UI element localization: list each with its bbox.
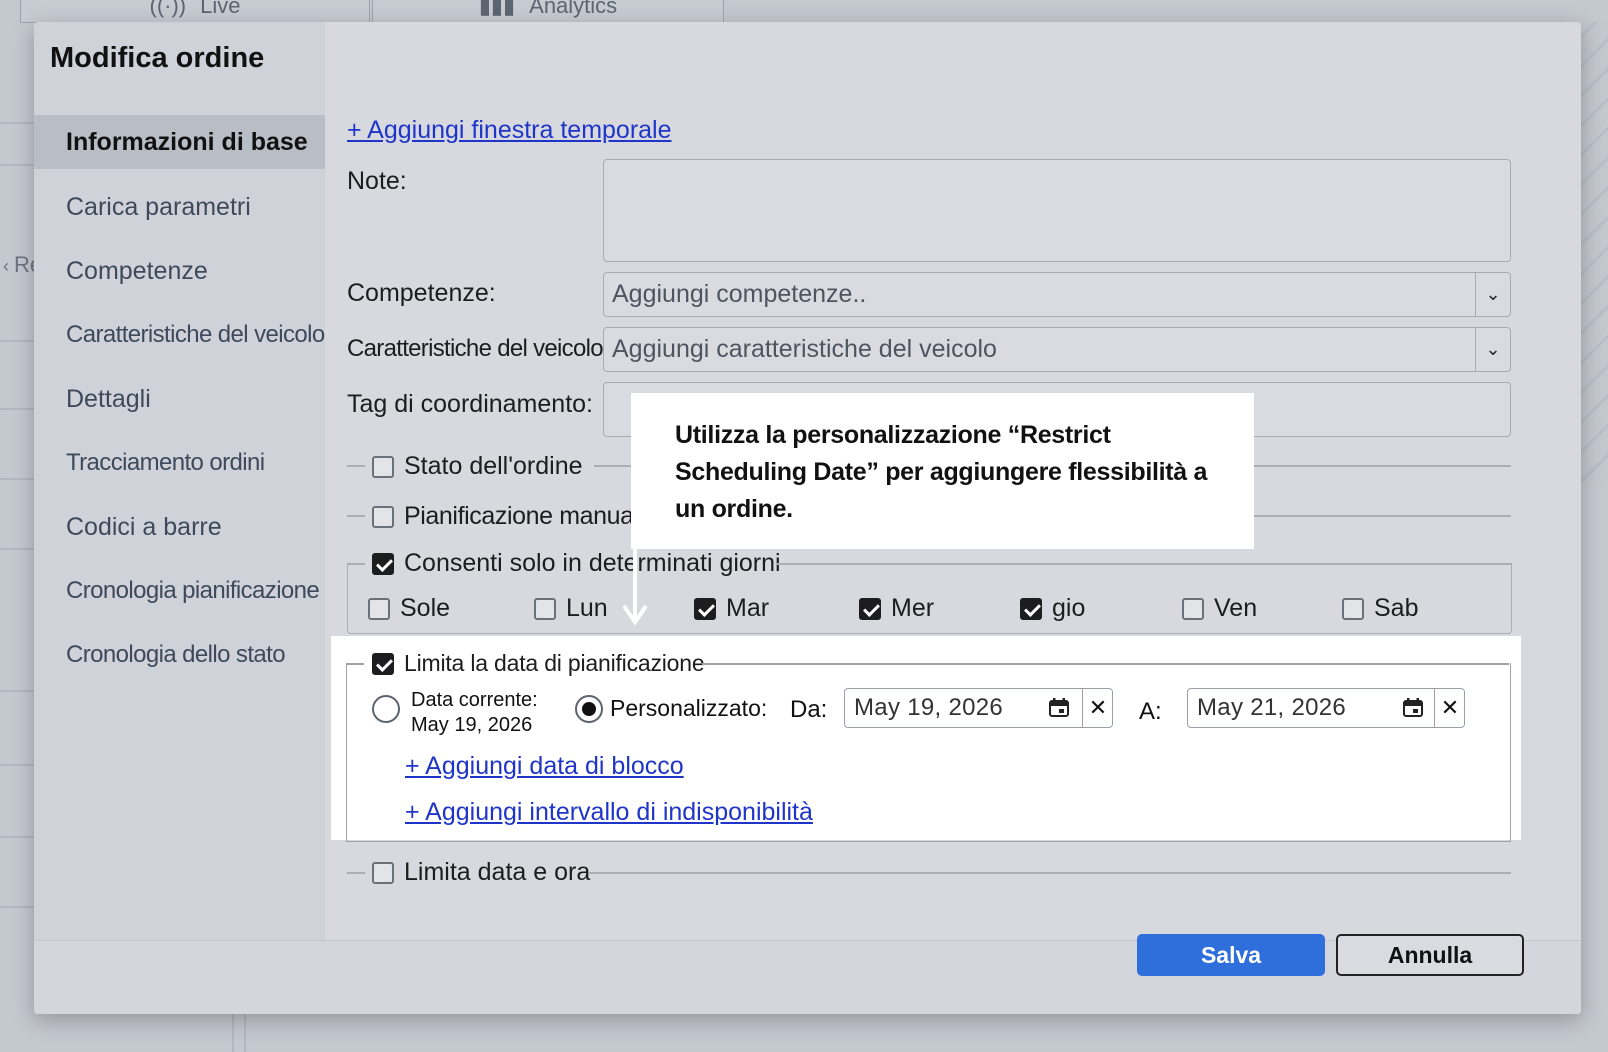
to-date-value: May 21, 2026	[1197, 694, 1347, 721]
day-friday-checkbox[interactable]	[1182, 597, 1204, 620]
modal-title: Modifica ordine	[50, 42, 265, 74]
vehicle-features-placeholder: Aggiungi caratteristiche del veicolo	[612, 335, 997, 363]
notes-label: Note:	[347, 167, 407, 195]
fieldset-line	[347, 872, 365, 874]
day-tuesday-checkbox[interactable]	[694, 597, 716, 620]
day-monday[interactable]: Lun	[534, 594, 608, 623]
order-status-toggle[interactable]: Stato dell'ordine	[372, 452, 583, 481]
sidebar-item-skills[interactable]: Competenze	[34, 239, 325, 303]
skills-placeholder: Aggiungi competenze..	[612, 280, 867, 308]
day-saturday-checkbox[interactable]	[1342, 597, 1364, 620]
add-time-window-link[interactable]: + Aggiungi finestra temporale	[347, 116, 672, 145]
day-friday[interactable]: Ven	[1182, 594, 1257, 623]
bg-divider	[0, 340, 34, 342]
clear-to-date-icon[interactable]: ✕	[1434, 689, 1465, 727]
sidebar-item-vehicle-features[interactable]: Caratteristiche del veicolo	[34, 303, 325, 367]
fieldset-line	[776, 563, 1511, 565]
manual-planning-checkbox[interactable]	[372, 505, 394, 528]
restrict-date-toggle[interactable]: Limita la data di pianificazione	[372, 650, 705, 677]
allowed-days-checkbox[interactable]	[372, 552, 394, 575]
sidebar-nav: Informazioni di base Carica parametri Co…	[34, 115, 325, 687]
custom-date-radio[interactable]	[575, 695, 603, 723]
sidebar-item-scheduling-history[interactable]: Cronologia pianificazione	[34, 559, 325, 623]
bg-divider	[0, 122, 34, 124]
bg-divider	[0, 906, 34, 908]
sidebar-item-status-history[interactable]: Cronologia dello stato	[34, 623, 325, 687]
tutorial-callout: Utilizza la personalizzazione “Restrict …	[631, 393, 1254, 549]
bg-divider	[0, 164, 34, 166]
restrict-date-checkbox[interactable]	[372, 652, 394, 675]
sidebar-item-barcodes[interactable]: Codici a barre	[34, 495, 325, 559]
allowed-days-toggle[interactable]: Consenti solo in determinati giorni	[372, 549, 791, 578]
add-unavailability-link[interactable]: + Aggiungi intervallo di indisponibilità	[405, 798, 813, 827]
save-button[interactable]: Salva	[1137, 934, 1325, 976]
fieldset-line	[347, 465, 365, 467]
restrict-datetime-checkbox[interactable]	[372, 861, 394, 884]
coordination-tag-label: Tag di coordinamento:	[347, 390, 593, 418]
calendar-icon[interactable]	[1049, 698, 1069, 717]
arrow-down-icon	[622, 548, 648, 626]
custom-label: Personalizzato:	[610, 695, 768, 721]
vehicle-features-label: Caratteristiche del veicolo:	[347, 335, 610, 362]
bg-divider	[0, 548, 34, 550]
bg-divider	[0, 836, 34, 838]
current-date-value: May 19, 2026	[411, 714, 533, 736]
cancel-button[interactable]: Annulla	[1336, 934, 1524, 976]
fieldset-line	[347, 563, 365, 565]
bg-divider	[0, 478, 34, 480]
skills-select[interactable]: Aggiungi competenze.. ⌄	[603, 272, 1511, 317]
to-label: A:	[1139, 698, 1162, 725]
to-date-input[interactable]: May 21, 2026 ✕	[1187, 688, 1465, 728]
add-block-date-link[interactable]: + Aggiungi data di blocco	[405, 752, 684, 781]
clear-from-date-icon[interactable]: ✕	[1082, 689, 1113, 727]
from-date-value: May 19, 2026	[854, 694, 1004, 721]
bg-divider	[0, 690, 34, 692]
day-sunday[interactable]: Sole	[368, 594, 450, 623]
sidebar-item-load-parameters[interactable]: Carica parametri	[34, 175, 325, 239]
skills-label: Competenze:	[347, 279, 496, 307]
callout-text: Utilizza la personalizzazione “Restrict …	[675, 421, 1208, 523]
current-date-text: Data corrente: May 19, 2026	[411, 688, 538, 738]
notes-textarea[interactable]	[603, 159, 1511, 262]
day-wednesday-checkbox[interactable]	[859, 597, 881, 620]
day-saturday[interactable]: Sab	[1342, 594, 1418, 623]
fieldset-line	[702, 663, 1509, 665]
chevron-down-icon[interactable]: ⌄	[1475, 273, 1510, 316]
day-monday-checkbox[interactable]	[534, 597, 556, 620]
bar-chart-icon: ▮▮▮	[478, 0, 516, 18]
sidebar-item-order-tracking[interactable]: Tracciamento ordini	[34, 431, 325, 495]
fieldset-line	[347, 515, 365, 517]
order-status-checkbox[interactable]	[372, 455, 394, 478]
vehicle-features-select[interactable]: Aggiungi caratteristiche del veicolo ⌄	[603, 327, 1511, 372]
current-date-radio[interactable]	[372, 695, 400, 723]
modal-sidebar: Modifica ordine Informazioni di base Car…	[34, 22, 325, 940]
chevron-down-icon[interactable]: ⌄	[1475, 328, 1510, 371]
day-thursday[interactable]: gio	[1020, 594, 1085, 623]
day-sunday-checkbox[interactable]	[368, 597, 390, 620]
bg-divider	[0, 408, 34, 410]
tab-live[interactable]: ((·)) Live	[20, 0, 370, 23]
restrict-date-section: Limita la data di pianificazione Data co…	[331, 636, 1521, 842]
fieldset-line	[346, 663, 364, 665]
calendar-icon[interactable]	[1403, 698, 1423, 717]
tab-analytics[interactable]: ▮▮▮ Analytics	[372, 0, 724, 23]
sidebar-item-basic-info[interactable]: Informazioni di base	[34, 115, 325, 169]
current-date-label: Data corrente:	[411, 689, 538, 711]
day-wednesday[interactable]: Mer	[859, 594, 934, 623]
from-date-input[interactable]: May 19, 2026 ✕	[844, 688, 1113, 728]
fieldset-line	[589, 872, 1511, 874]
day-tuesday[interactable]: Mar	[694, 594, 769, 623]
bg-divider	[0, 764, 34, 766]
live-icon: ((·))	[149, 0, 187, 18]
day-thursday-checkbox[interactable]	[1020, 597, 1042, 620]
manual-planning-toggle[interactable]: Pianificazione manuale	[372, 502, 653, 531]
restrict-datetime-toggle[interactable]: Limita data e ora	[372, 858, 590, 887]
from-label: Da:	[790, 696, 828, 723]
sidebar-item-details[interactable]: Dettagli	[34, 367, 325, 431]
